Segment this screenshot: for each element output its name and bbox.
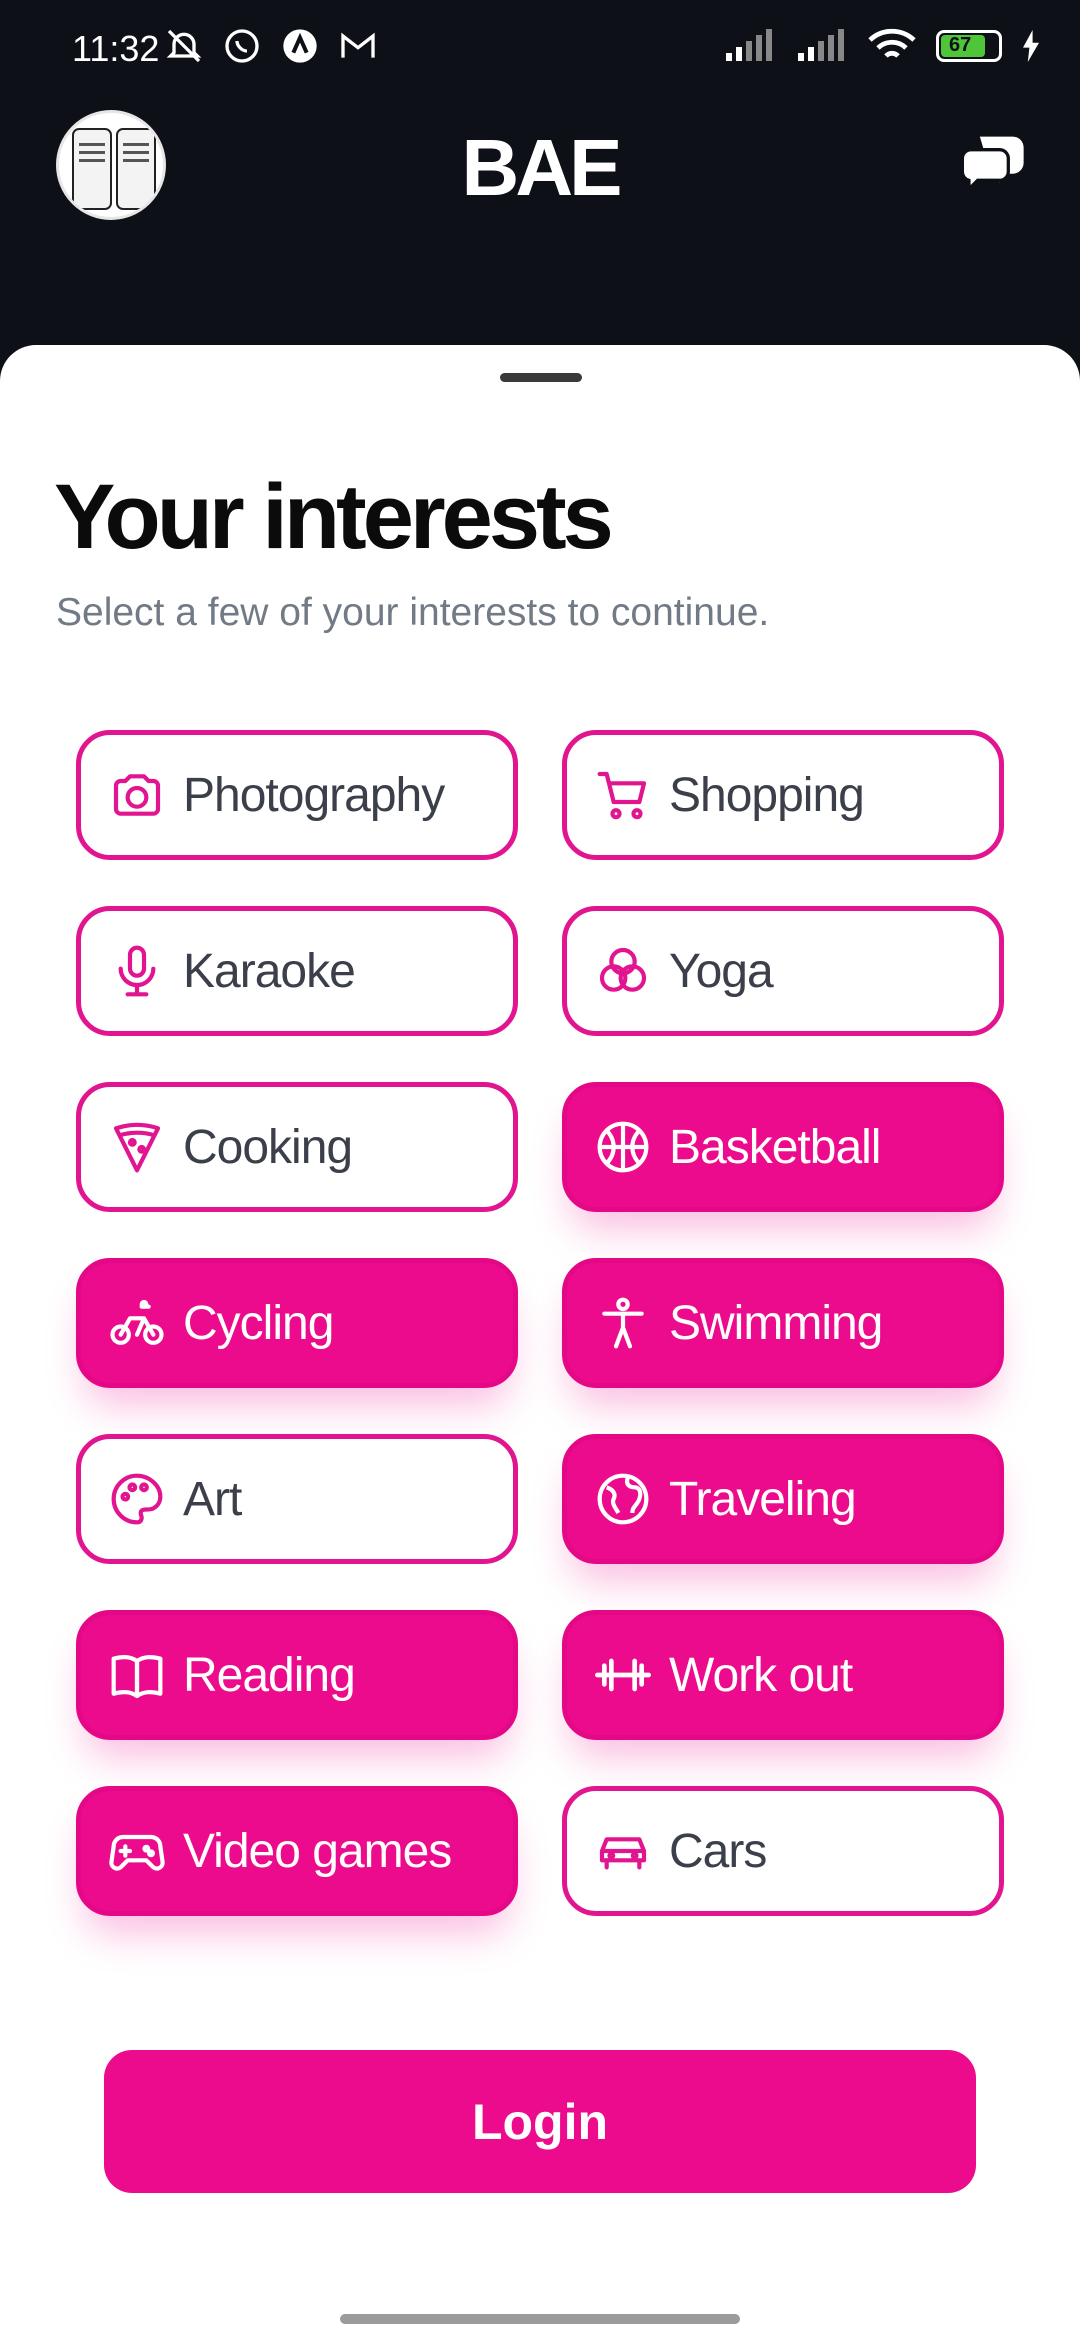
interest-chip-basketball[interactable]: Basketball [562,1082,1004,1212]
page-subtitle: Select a few of your interests to contin… [56,591,770,634]
interest-chip-workout[interactable]: Work out [562,1610,1004,1740]
interest-chip-cooking[interactable]: Cooking [76,1082,518,1212]
interest-label: Yoga [669,944,774,998]
interest-label: Art [183,1472,242,1526]
charging-icon [1023,30,1039,62]
home-indicator[interactable] [340,2314,740,2324]
gmail-icon [338,26,378,66]
interest-label: Traveling [669,1472,857,1526]
interests-grid: Photography Shopping Karaoke Yoga Cookin… [76,730,1004,1916]
interest-label: Karaoke [183,944,356,998]
interest-chip-swimming[interactable]: Swimming [562,1258,1004,1388]
book-icon [107,1645,167,1705]
notification-icons [164,26,378,66]
interest-chip-cars[interactable]: Cars [562,1786,1004,1916]
interest-label: Cooking [183,1120,353,1174]
system-icons: 67 [724,28,1040,64]
dumbbell-icon [593,1645,653,1705]
interest-chip-karaoke[interactable]: Karaoke [76,906,518,1036]
whatsapp-icon [222,26,262,66]
interest-chip-reading[interactable]: Reading [76,1610,518,1740]
globe-icon [593,1469,653,1529]
page-title: Your interests [54,466,614,568]
interest-chip-shopping[interactable]: Shopping [562,730,1004,860]
battery-icon: 67 [936,30,1002,62]
interest-label: Cars [669,1824,767,1878]
status-bar: 11:32 67 [0,0,1080,100]
interest-label: Photography [183,768,445,822]
interest-label: Basketball [669,1120,881,1174]
gamepad-icon [107,1821,167,1881]
car-icon [593,1821,653,1881]
cart-icon [593,765,653,825]
sheet-drag-handle[interactable] [500,373,582,382]
interest-label: Work out [669,1648,853,1702]
interest-chip-traveling[interactable]: Traveling [562,1434,1004,1564]
signal-icon-2 [798,29,844,61]
interest-chip-video-games[interactable]: Video games [76,1786,518,1916]
app-header: BAE [0,100,1080,330]
microphone-icon [107,941,167,1001]
interest-label: Swimming [669,1296,883,1350]
pizza-icon [107,1117,167,1177]
interest-label: Video games [183,1824,452,1878]
interest-chip-yoga[interactable]: Yoga [562,906,1004,1036]
interest-label: Shopping [669,768,865,822]
yoga-icon [593,941,653,1001]
palette-icon [107,1469,167,1529]
battery-level: 67 [949,34,972,56]
interest-label: Cycling [183,1296,334,1350]
interest-chip-cycling[interactable]: Cycling [76,1258,518,1388]
person-icon [593,1293,653,1353]
basketball-icon [593,1117,653,1177]
interest-chip-art[interactable]: Art [76,1434,518,1564]
muted-bell-icon [164,26,204,66]
login-button[interactable]: Login [104,2050,976,2193]
app-brand-title: BAE [461,123,623,212]
signal-icon [726,29,772,61]
bicycle-icon [107,1293,167,1353]
chat-bubbles-icon[interactable] [958,130,1028,200]
interest-chip-photography[interactable]: Photography [76,730,518,860]
interest-label: Reading [183,1648,356,1702]
interests-sheet: Your interests Select a few of your inte… [0,345,1080,2340]
status-time: 11:32 [72,28,160,69]
camera-icon [107,765,167,825]
app-icon [280,26,320,66]
wifi-icon [868,28,916,58]
